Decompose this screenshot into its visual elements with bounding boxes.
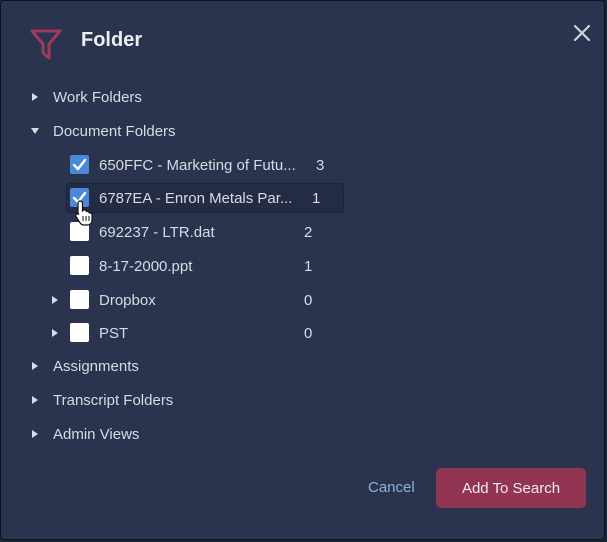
tree-item-label: Work Folders	[53, 88, 142, 106]
expand-caret-icon[interactable]	[29, 353, 41, 379]
tree-item-label: Admin Views	[53, 425, 140, 443]
expand-caret-icon[interactable]	[29, 387, 41, 413]
cancel-button[interactable]: Cancel	[368, 479, 415, 496]
checkbox-unchecked[interactable]	[70, 323, 89, 342]
tree-item-label: Assignments	[53, 357, 139, 375]
checkbox-unchecked[interactable]	[70, 256, 89, 275]
folder-label: Dropbox	[99, 291, 156, 309]
expand-caret-icon[interactable]	[29, 84, 41, 110]
dialog-header: Folder	[29, 27, 142, 61]
filter-funnel-icon	[30, 29, 62, 60]
folder-count: 0	[304, 324, 313, 342]
close-icon[interactable]	[571, 22, 593, 44]
folder-label: 650FFC - Marketing of Futu...	[99, 156, 296, 174]
tree-item-label: Document Folders	[53, 122, 176, 140]
folder-label: 6787EA - Enron Metals Par...	[99, 189, 293, 207]
folder-label: PST	[99, 324, 129, 342]
add-to-search-button[interactable]: Add To Search	[436, 468, 586, 508]
folder-count: 0	[304, 291, 313, 309]
folder-row-6787ea[interactable]: 6787EA - Enron Metals Par... 1	[69, 185, 349, 211]
checkbox-checked[interactable]	[70, 155, 89, 174]
checkbox-unchecked[interactable]	[70, 290, 89, 309]
folder-label: 8-17-2000.ppt	[99, 257, 193, 275]
folder-count: 2	[304, 223, 313, 241]
tree-item-label: Transcript Folders	[53, 391, 174, 409]
folder-row-dropbox[interactable]: Dropbox 0	[49, 287, 349, 313]
hand-cursor-icon	[75, 200, 93, 226]
folder-row-692237[interactable]: 692237 - LTR.dat 2	[69, 219, 349, 245]
folder-row-8-17-2000[interactable]: 8-17-2000.ppt 1	[69, 253, 349, 279]
expand-caret-icon[interactable]	[49, 287, 61, 313]
collapse-caret-icon[interactable]	[29, 118, 41, 144]
expand-caret-icon[interactable]	[49, 320, 61, 346]
dialog-title: Folder	[81, 29, 143, 51]
folder-dialog: Folder Work Folders Document Folders 650…	[0, 0, 605, 540]
folder-label: 692237 - LTR.dat	[99, 223, 215, 241]
folder-count: 1	[304, 257, 313, 275]
folder-count: 1	[312, 189, 321, 207]
folder-count: 3	[316, 156, 325, 174]
folder-row-650ffc[interactable]: 650FFC - Marketing of Futu... 3	[69, 152, 349, 178]
expand-caret-icon[interactable]	[29, 421, 41, 447]
folder-row-pst[interactable]: PST 0	[49, 320, 349, 346]
